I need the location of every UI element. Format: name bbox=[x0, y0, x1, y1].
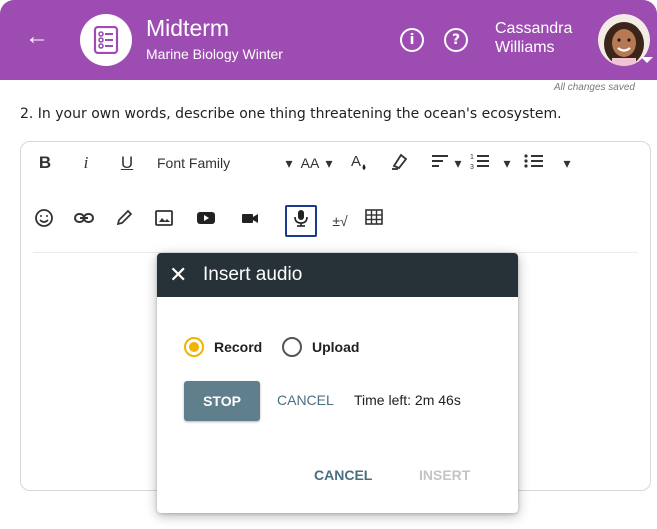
cancel-button[interactable]: CANCEL bbox=[314, 467, 372, 483]
font-family-select[interactable]: Font Family bbox=[157, 150, 247, 176]
chevron-down-icon[interactable]: ▾ bbox=[452, 150, 464, 176]
pencil-icon[interactable] bbox=[111, 208, 137, 234]
info-icon[interactable]: i bbox=[400, 28, 424, 52]
upload-radio[interactable] bbox=[282, 337, 302, 357]
upload-radio-label[interactable]: Upload bbox=[312, 339, 359, 355]
numbered-list-icon[interactable]: 13 bbox=[467, 150, 493, 176]
underline-button[interactable]: U bbox=[117, 150, 137, 176]
font-size-select[interactable]: AA bbox=[297, 150, 323, 176]
svg-text:1: 1 bbox=[470, 154, 474, 161]
insert-audio-dialog: ✕ Insert audio Record Upload STOP CANCEL… bbox=[157, 253, 518, 513]
equation-button[interactable]: ±√ bbox=[325, 208, 355, 234]
bold-button[interactable]: B bbox=[35, 150, 55, 176]
app-header: ← Midterm Marine Biology Winter i ? Cass… bbox=[0, 0, 657, 80]
chevron-down-icon[interactable]: ▾ bbox=[561, 150, 573, 176]
table-icon[interactable] bbox=[361, 208, 387, 234]
text-color-icon[interactable]: A bbox=[347, 150, 373, 176]
help-icon[interactable]: ? bbox=[444, 28, 468, 52]
quiz-icon bbox=[80, 14, 132, 66]
user-last-name: Williams bbox=[495, 39, 555, 56]
time-left-text: Time left: 2m 46s bbox=[354, 392, 461, 408]
align-icon[interactable] bbox=[427, 150, 453, 176]
link-icon[interactable] bbox=[71, 208, 97, 234]
stop-button[interactable]: STOP bbox=[184, 381, 260, 421]
emoji-icon[interactable] bbox=[31, 208, 57, 234]
page-title: Midterm bbox=[146, 15, 230, 41]
svg-text:3: 3 bbox=[470, 164, 474, 171]
italic-button[interactable]: i bbox=[78, 150, 94, 176]
chevron-down-icon[interactable]: ▾ bbox=[501, 150, 513, 176]
chevron-down-icon[interactable]: ▾ bbox=[283, 150, 295, 176]
image-icon[interactable] bbox=[151, 208, 177, 234]
svg-text:A: A bbox=[351, 153, 361, 170]
insert-button[interactable]: INSERT bbox=[419, 467, 470, 483]
dialog-title: Insert audio bbox=[203, 264, 303, 285]
chevron-down-icon[interactable] bbox=[641, 57, 653, 63]
question-prompt: 2. In your own words, describe one thing… bbox=[20, 106, 562, 122]
record-radio-label[interactable]: Record bbox=[214, 339, 262, 355]
close-icon[interactable]: ✕ bbox=[169, 262, 187, 288]
highlight-icon[interactable] bbox=[387, 150, 413, 176]
user-first-name: Cassandra bbox=[495, 20, 573, 37]
youtube-icon[interactable] bbox=[193, 208, 219, 234]
course-subtitle: Marine Biology Winter bbox=[146, 46, 283, 62]
record-radio[interactable] bbox=[184, 337, 204, 357]
save-status: All changes saved bbox=[553, 82, 635, 93]
microphone-button-highlight bbox=[285, 205, 317, 237]
bullet-list-icon[interactable] bbox=[521, 150, 547, 176]
dialog-header: ✕ Insert audio bbox=[157, 253, 518, 297]
back-button[interactable]: ← bbox=[22, 22, 52, 52]
cancel-recording-button[interactable]: CANCEL bbox=[277, 392, 334, 408]
chevron-down-icon[interactable]: ▾ bbox=[323, 150, 335, 176]
video-camera-icon[interactable] bbox=[237, 208, 263, 234]
